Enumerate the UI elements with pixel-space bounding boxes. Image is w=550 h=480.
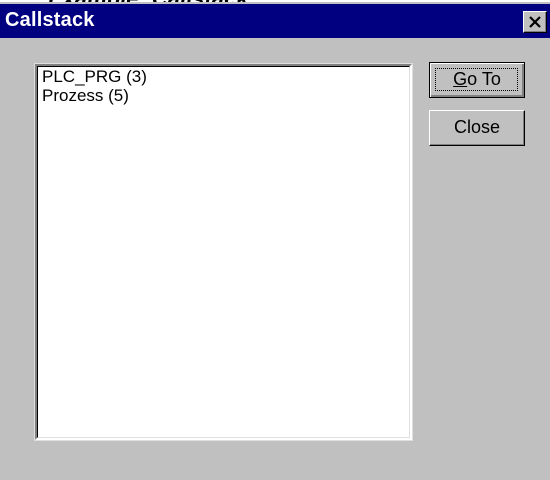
close-icon — [529, 16, 541, 28]
close-label: Close — [453, 117, 501, 137]
goto-label: o To — [467, 69, 501, 89]
callstack-dialog: Callstack PLC_PRG (3) Prozess (5) Go To … — [0, 2, 550, 480]
window-title: Callstack — [5, 9, 95, 31]
callstack-list[interactable]: PLC_PRG (3) Prozess (5) — [34, 63, 413, 441]
goto-button[interactable]: Go To — [429, 62, 525, 98]
callstack-list-content: PLC_PRG (3) Prozess (5) — [37, 66, 410, 438]
title-close-button[interactable] — [523, 11, 547, 33]
list-item[interactable]: Prozess (5) — [42, 86, 405, 105]
goto-accelerator: G — [453, 69, 468, 89]
list-item[interactable]: PLC_PRG (3) — [42, 67, 405, 86]
title-bar: Callstack — [0, 4, 550, 38]
close-button[interactable]: Close — [429, 110, 525, 146]
